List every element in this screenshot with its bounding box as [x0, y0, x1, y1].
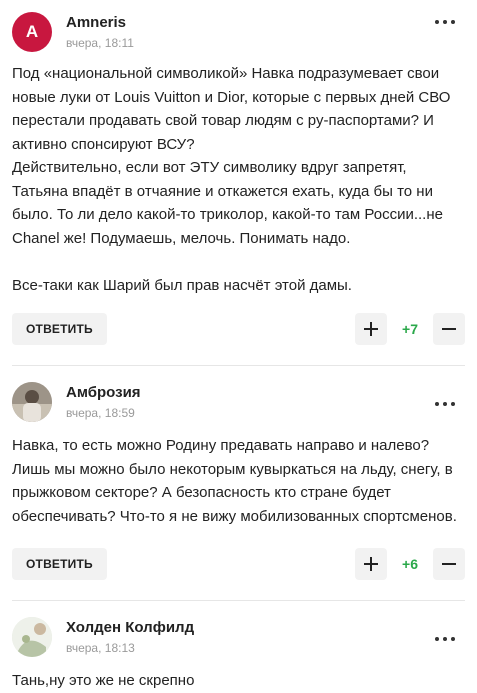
reply-button[interactable]: ОТВЕТИТЬ — [12, 313, 107, 345]
comment-text: Тань,ну это же не скрепно — [12, 669, 465, 693]
comment-header: Холден Колфилд вчера, 18:13 — [12, 601, 465, 667]
comment-header: Амброзия вчера, 18:59 — [12, 366, 465, 432]
comment-actions: ОТВЕТИТЬ +6 — [12, 546, 465, 582]
plus-icon — [364, 322, 378, 336]
avatar[interactable] — [12, 617, 52, 657]
minus-icon — [442, 328, 456, 330]
plus-icon — [364, 557, 378, 571]
comment-header: A Amneris вчера, 18:11 — [12, 0, 465, 58]
author-name[interactable]: Холден Колфилд — [66, 619, 194, 637]
vote-controls: +7 — [355, 313, 465, 345]
more-options-icon[interactable] — [435, 637, 455, 641]
comment-actions: ОТВЕТИТЬ +7 — [12, 311, 465, 347]
comment: Амброзия вчера, 18:59 Навка, то есть мож… — [0, 366, 477, 601]
upvote-button[interactable] — [355, 313, 387, 345]
comment-text: Под «национальной символикой» Навка подр… — [12, 62, 465, 297]
comment-paragraph: Под «национальной символикой» Навка подр… — [12, 65, 451, 153]
minus-icon — [442, 563, 456, 565]
user-photo-icon — [12, 382, 52, 422]
comment: Холден Колфилд вчера, 18:13 Тань,ну это … — [0, 601, 477, 693]
downvote-button[interactable] — [433, 548, 465, 580]
comment: A Amneris вчера, 18:11 Под «национальной… — [0, 0, 477, 366]
avatar-letter: A — [25, 22, 39, 41]
more-options-icon[interactable] — [435, 402, 455, 406]
upvote-button[interactable] — [355, 548, 387, 580]
reply-button[interactable]: ОТВЕТИТЬ — [12, 548, 107, 580]
downvote-button[interactable] — [433, 313, 465, 345]
comment-paragraph: Все-таки как Шарий был прав насчёт этой … — [12, 276, 352, 294]
comment-text: Навка, то есть можно Родину предавать на… — [12, 434, 465, 528]
vote-score: +6 — [402, 556, 418, 572]
vote-score: +7 — [402, 321, 418, 337]
comment-date: вчера, 18:59 — [66, 405, 135, 420]
user-photo-icon — [12, 617, 52, 657]
author-name[interactable]: Amneris — [66, 14, 134, 32]
comment-paragraph: Тань,ну это же не скрепно — [12, 672, 195, 689]
comment-date: вчера, 18:11 — [66, 35, 134, 50]
author-name[interactable]: Амброзия — [66, 384, 141, 402]
vote-controls: +6 — [355, 548, 465, 580]
comment-paragraph: Действительно, если вот ЭТУ символику вд… — [12, 159, 443, 247]
avatar[interactable]: A — [12, 12, 52, 52]
comment-paragraph: Навка, то есть можно Родину предавать на… — [12, 437, 457, 525]
more-options-icon[interactable] — [435, 20, 455, 24]
comment-date: вчера, 18:13 — [66, 640, 135, 655]
avatar[interactable] — [12, 382, 52, 422]
